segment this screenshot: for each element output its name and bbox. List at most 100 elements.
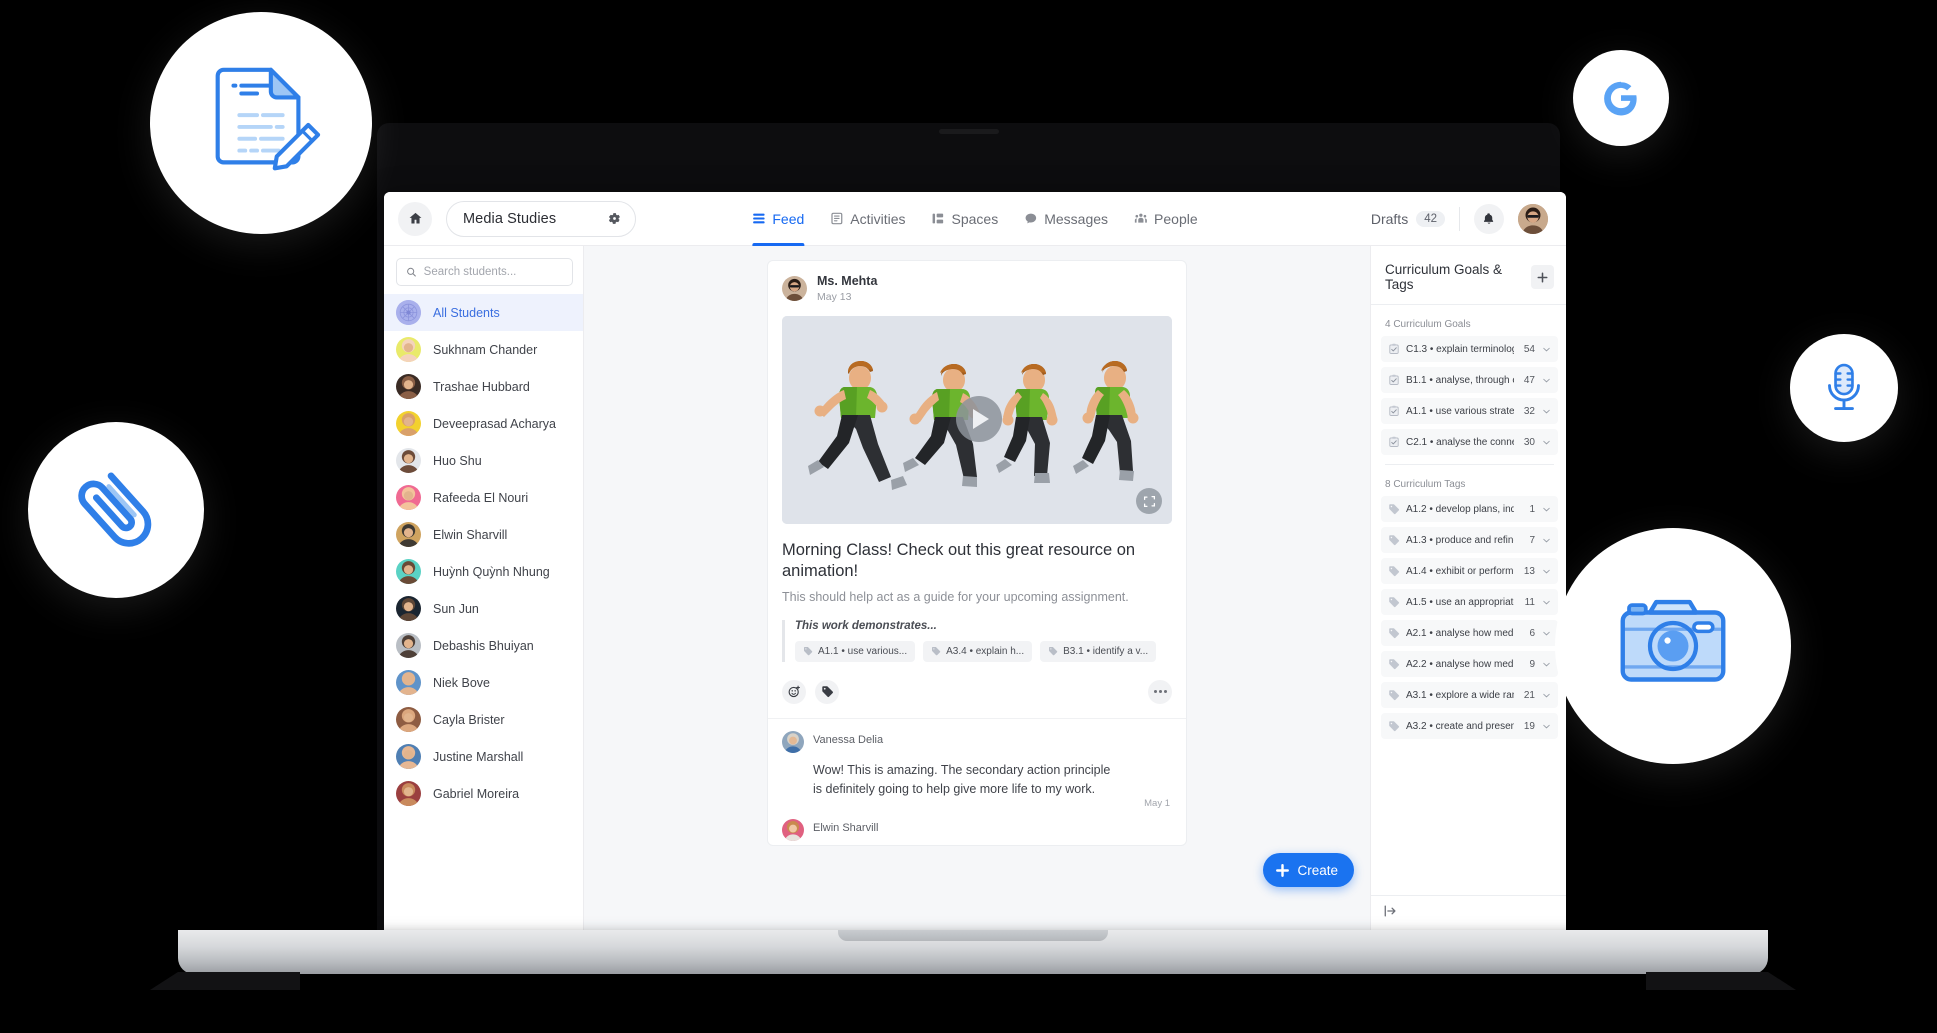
sidebar-item-trashae-hubbard[interactable]: Trashae Hubbard <box>384 368 583 405</box>
collapse-panel-icon[interactable] <box>1383 904 1397 918</box>
chevron-down-icon[interactable] <box>1541 566 1552 577</box>
student-avatar-image <box>396 337 421 362</box>
curriculum-tag-item-label: A2.1 • analyse how media ... <box>1406 627 1514 639</box>
comment-author-avatar-image <box>782 730 804 753</box>
goal-checklist-icon <box>1389 436 1399 447</box>
tab-spaces[interactable]: Spaces <box>932 192 999 246</box>
student-avatar <box>396 559 421 584</box>
post-author-avatar[interactable] <box>782 276 807 302</box>
curriculum-tag-item[interactable]: A2.1 • analyse how media ... 6 <box>1381 620 1558 646</box>
post-date: May 13 <box>817 290 852 303</box>
post-header: Ms. Mehta May 13 <box>768 261 1186 314</box>
sidebar-item-all-students[interactable]: All Students <box>384 294 583 331</box>
chevron-down-icon[interactable] <box>1541 504 1552 515</box>
sidebar-item-justine-marshall[interactable]: Justine Marshall <box>384 738 583 775</box>
curriculum-tag-item[interactable]: A1.2 • develop plans, indiv... 1 <box>1381 496 1558 522</box>
curriculum-goal-item-label: C1.3 • explain terminology ... <box>1406 343 1514 355</box>
student-avatar <box>396 485 421 510</box>
badge-google <box>1573 50 1669 146</box>
search-students-box[interactable] <box>396 258 573 286</box>
chevron-down-icon[interactable] <box>1541 406 1552 417</box>
curriculum-tag-item[interactable]: A1.5 • use an appropriate ... 11 <box>1381 589 1558 615</box>
sidebar-item-hu-nh-qu-nh-nhung[interactable]: Huỳnh Quỳnh Nhung <box>384 553 583 590</box>
sidebar-item-huo-shu[interactable]: Huo Shu <box>384 442 583 479</box>
tab-activities[interactable]: Activities <box>830 192 906 246</box>
sidebar-item-sun-jun[interactable]: Sun Jun <box>384 590 583 627</box>
student-list[interactable]: All Students Sukhnam Chander Trashae Hubba… <box>384 294 583 931</box>
sidebar-item-niek-bove[interactable]: Niek Bove <box>384 664 583 701</box>
post-tag-chip[interactable]: A1.1 • use various... <box>795 640 916 662</box>
chevron-down-icon[interactable] <box>1541 375 1552 386</box>
tab-messages[interactable]: Messages <box>1024 192 1108 246</box>
tag-icon <box>804 647 813 656</box>
sidebar-item-elwin-sharvill[interactable]: Elwin Sharvill <box>384 516 583 553</box>
sidebar-item-debashis-bhuiyan[interactable]: Debashis Bhuiyan <box>384 627 583 664</box>
student-avatar <box>396 411 421 436</box>
more-dot <box>1153 690 1157 694</box>
curriculum-list[interactable]: 4 Curriculum Goals C1.3 • explain termin… <box>1371 305 1566 895</box>
post-tag-chip[interactable]: B3.1 • identify a v... <box>1040 640 1157 662</box>
chevron-down-icon[interactable] <box>1541 721 1552 732</box>
curriculum-goal-item[interactable]: A1.1 • use various strategie... 32 <box>1381 398 1558 424</box>
student-avatar <box>396 596 421 621</box>
notifications-button[interactable] <box>1474 203 1504 234</box>
goal-checklist-icon <box>1389 374 1399 385</box>
sidebar-item-rafeeda-el-nouri[interactable]: Rafeeda El Nouri <box>384 479 583 516</box>
fullscreen-button[interactable] <box>1136 488 1162 515</box>
post-tag-chips: A1.1 • use various... A3.4 • explain h...… <box>795 640 1172 662</box>
sidebar-item-label: Sukhnam Chander <box>433 342 538 357</box>
post-more-button[interactable] <box>1148 679 1172 704</box>
tab-feed[interactable]: Feed <box>752 192 804 246</box>
curriculum-tag-item[interactable]: A3.1 • explore a wide range... 21 <box>1381 682 1558 708</box>
chevron-down-icon[interactable] <box>1541 628 1552 639</box>
avatar[interactable] <box>1518 203 1548 234</box>
curriculum-divider <box>1385 464 1554 465</box>
badge-paperclip <box>28 422 204 598</box>
chevron-down-icon[interactable] <box>1541 344 1552 355</box>
comment-text: Wow! This is amazing. The secondary acti… <box>813 762 1111 796</box>
sidebar-item-gabriel-moreira[interactable]: Gabriel Moreira <box>384 775 583 812</box>
post-tag-chip[interactable]: A3.4 • explain h... <box>923 640 1033 662</box>
curriculum-goal-item[interactable]: B1.1 • analyse, through exa... 47 <box>1381 367 1558 393</box>
chevron-down-icon[interactable] <box>1541 659 1552 670</box>
add-reaction-button[interactable] <box>782 679 806 704</box>
search-input[interactable] <box>423 266 563 278</box>
more-dot <box>1158 690 1162 694</box>
curriculum-tags-list: A1.2 • develop plans, indiv... 1 A1.3 • pr… <box>1381 496 1558 739</box>
drafts-button[interactable]: Drafts 42 <box>1371 210 1445 227</box>
tab-people[interactable]: People <box>1134 192 1198 246</box>
home-button[interactable] <box>398 201 432 236</box>
chevron-down-icon[interactable] <box>1541 597 1552 608</box>
curriculum-tag-item[interactable]: A1.3 • produce and refine ... 7 <box>1381 527 1558 553</box>
tab-people-label: People <box>1154 210 1198 227</box>
student-avatar-image <box>396 744 421 769</box>
comment-author-avatar[interactable] <box>782 819 804 842</box>
sidebar-item-label: Debashis Bhuiyan <box>433 638 534 653</box>
student-avatar <box>396 670 421 695</box>
tab-feed-label: Feed <box>772 210 805 227</box>
curriculum-tag-item[interactable]: A2.2 • analyse how media ... 9 <box>1381 651 1558 677</box>
class-selector[interactable]: Media Studies <box>446 200 636 237</box>
sidebar-item-cayla-brister[interactable]: Cayla Brister <box>384 701 583 738</box>
create-button[interactable]: Create <box>1263 853 1354 887</box>
tab-spaces-label: Spaces <box>951 210 999 227</box>
curriculum-goal-item[interactable]: C2.1 • analyse the connecti... 30 <box>1381 429 1558 455</box>
gear-icon[interactable] <box>607 211 622 226</box>
tab-activities-label: Activities <box>850 210 906 227</box>
comment-author-avatar[interactable] <box>782 730 804 753</box>
chevron-down-icon[interactable] <box>1541 690 1552 701</box>
sidebar-item-deveeprasad-acharya[interactable]: Deveeprasad Acharya <box>384 405 583 442</box>
add-tag-button[interactable] <box>815 679 839 704</box>
chevron-down-icon[interactable] <box>1541 437 1552 448</box>
curriculum-tag-item[interactable]: A1.4 • exhibit or perform ... 13 <box>1381 558 1558 584</box>
add-curriculum-button[interactable] <box>1530 265 1554 289</box>
animation-running-figures-image <box>782 316 1172 525</box>
post-media[interactable] <box>782 316 1172 525</box>
curriculum-goal-item[interactable]: C1.3 • explain terminology ... 54 <box>1381 336 1558 362</box>
student-avatar-image <box>396 411 421 436</box>
sidebar-item-sukhnam-chander[interactable]: Sukhnam Chander <box>384 331 583 368</box>
goal-checklist-icon <box>1389 343 1399 354</box>
chevron-down-icon[interactable] <box>1541 535 1552 546</box>
feed-icon <box>753 213 765 224</box>
curriculum-tag-item[interactable]: A3.2 • create and present m... 19 <box>1381 713 1558 739</box>
